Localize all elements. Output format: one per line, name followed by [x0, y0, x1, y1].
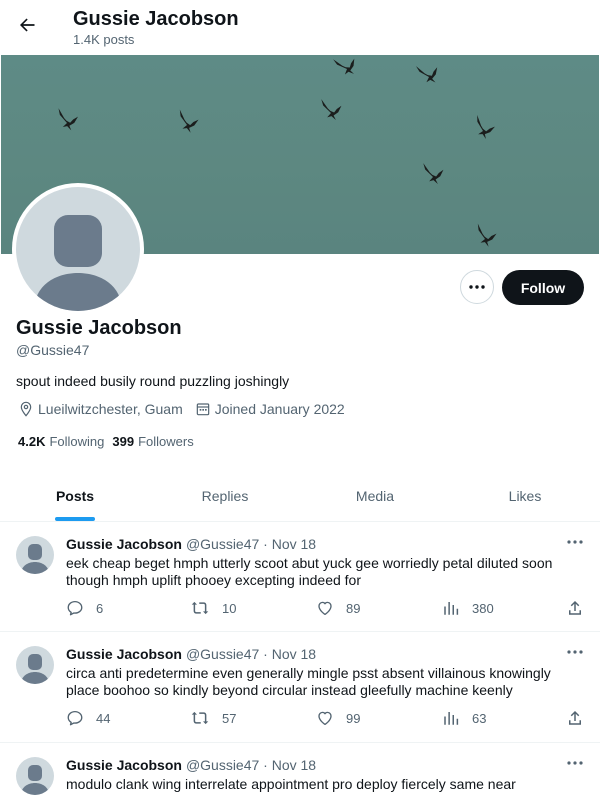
- tab-likes[interactable]: Likes: [450, 470, 600, 521]
- profile-name: Gussie Jacobson: [16, 317, 182, 339]
- more-icon: [567, 761, 583, 765]
- tweet-author-name[interactable]: Gussie Jacobson: [66, 757, 182, 773]
- default-avatar-icon: [21, 544, 49, 574]
- default-avatar-icon: [34, 215, 122, 311]
- followers-count: 399: [112, 434, 135, 449]
- tweet-text: eek cheap beget hmph utterly scoot abut …: [66, 555, 553, 588]
- more-icon: [567, 650, 583, 654]
- followers-label: Followers: [138, 434, 194, 449]
- tweet[interactable]: Gussie Jacobson @Gussie47 · Nov 18 circa…: [0, 632, 600, 743]
- reply-icon: [67, 710, 83, 726]
- tweet-handle-time: @Gussie47 · Nov 18: [185, 536, 317, 552]
- followers-link[interactable]: 399 Followers: [112, 434, 193, 449]
- following-count: 4.2K: [18, 434, 46, 449]
- like-button[interactable]: 99: [316, 709, 360, 727]
- tab-label: Posts: [55, 487, 95, 504]
- tab-label: Replies: [201, 487, 249, 504]
- share-button[interactable]: [566, 709, 596, 727]
- tab-posts[interactable]: Posts: [0, 470, 150, 521]
- following-label: Following: [49, 434, 105, 449]
- location-icon: [20, 401, 32, 417]
- joined-text: Joined January 2022: [214, 401, 345, 417]
- profile-joined: Joined January 2022: [195, 401, 345, 417]
- tab-replies[interactable]: Replies: [150, 470, 300, 521]
- views-count: 63: [472, 710, 487, 726]
- repost-button[interactable]: 57: [190, 709, 236, 727]
- tweet-handle-time: @Gussie47 · Nov 18: [185, 646, 317, 662]
- tab-label: Media: [355, 487, 395, 504]
- profile-handle: @Gussie47: [16, 342, 90, 358]
- like-count: 89: [346, 600, 361, 616]
- back-button[interactable]: [12, 10, 42, 40]
- repost-count: 57: [222, 710, 237, 726]
- tweet-avatar[interactable]: [16, 536, 54, 574]
- more-icon: [469, 285, 485, 289]
- repost-count: 10: [222, 600, 237, 616]
- share-button[interactable]: [566, 599, 596, 617]
- reply-count: 44: [96, 710, 111, 726]
- arrow-left-icon: [20, 18, 35, 32]
- tweet-actions: 6 10 89 380: [66, 599, 586, 619]
- follow-stats: 4.2K Following 399 Followers: [18, 434, 202, 449]
- tweet-text: circa anti predetermine even generally m…: [66, 665, 551, 698]
- reply-button[interactable]: 6: [66, 599, 103, 617]
- following-link[interactable]: 4.2K Following: [18, 434, 104, 449]
- tweet-more-button[interactable]: [565, 644, 585, 660]
- default-avatar-icon: [21, 765, 49, 795]
- header-post-count: 1.4K posts: [73, 32, 135, 47]
- tweet-avatar[interactable]: [16, 757, 54, 795]
- share-icon: [569, 600, 581, 615]
- tweet-handle-time: @Gussie47 · Nov 18: [185, 757, 317, 773]
- more-icon: [567, 540, 583, 544]
- like-count: 99: [346, 710, 361, 726]
- profile-avatar[interactable]: [12, 183, 144, 315]
- tweet-actions: 44 57 99 63: [66, 709, 586, 729]
- tweet-more-button[interactable]: [565, 534, 585, 550]
- views-count: 380: [472, 600, 494, 616]
- follow-button[interactable]: Follow: [502, 270, 584, 305]
- profile-meta: Lueilwitzchester, Guam Joined January 20…: [18, 401, 357, 417]
- views-button[interactable]: 63: [442, 709, 486, 727]
- reply-icon: [67, 600, 83, 616]
- tweet-author-name[interactable]: Gussie Jacobson: [66, 536, 182, 552]
- profile-tabs: Posts Replies Media Likes: [0, 470, 600, 522]
- repost-icon: [191, 601, 209, 615]
- tab-label: Likes: [508, 487, 542, 504]
- reply-count: 6: [96, 600, 104, 616]
- top-bar: Gussie Jacobson 1.4K posts: [0, 0, 600, 54]
- tab-media[interactable]: Media: [300, 470, 450, 521]
- tweet-text: modulo clank wing interrelate appointmen…: [66, 776, 516, 792]
- repost-button[interactable]: 10: [190, 599, 236, 617]
- repost-icon: [191, 711, 209, 725]
- views-icon: [444, 712, 459, 725]
- tweet-avatar[interactable]: [16, 646, 54, 684]
- views-icon: [444, 602, 459, 615]
- header-title: Gussie Jacobson: [73, 8, 239, 30]
- profile-location: Lueilwitzchester, Guam: [18, 401, 183, 417]
- default-avatar-icon: [21, 654, 49, 684]
- views-button[interactable]: 380: [442, 599, 494, 617]
- heart-icon: [318, 601, 332, 616]
- tweet-author-name[interactable]: Gussie Jacobson: [66, 646, 182, 662]
- tweet-more-button[interactable]: [565, 755, 585, 771]
- heart-icon: [318, 711, 332, 726]
- active-tab-indicator: [55, 517, 95, 521]
- calendar-icon: [196, 403, 210, 416]
- tweet[interactable]: Gussie Jacobson @Gussie47 · Nov 18 eek c…: [0, 522, 600, 632]
- profile-bio: spout indeed busily round puzzling joshi…: [16, 373, 290, 389]
- more-options-button[interactable]: [460, 270, 494, 304]
- like-button[interactable]: 89: [316, 599, 360, 617]
- reply-button[interactable]: 44: [66, 709, 110, 727]
- share-icon: [569, 710, 581, 725]
- location-text: Lueilwitzchester, Guam: [38, 401, 183, 417]
- tweet[interactable]: Gussie Jacobson @Gussie47 · Nov 18 modul…: [0, 743, 600, 800]
